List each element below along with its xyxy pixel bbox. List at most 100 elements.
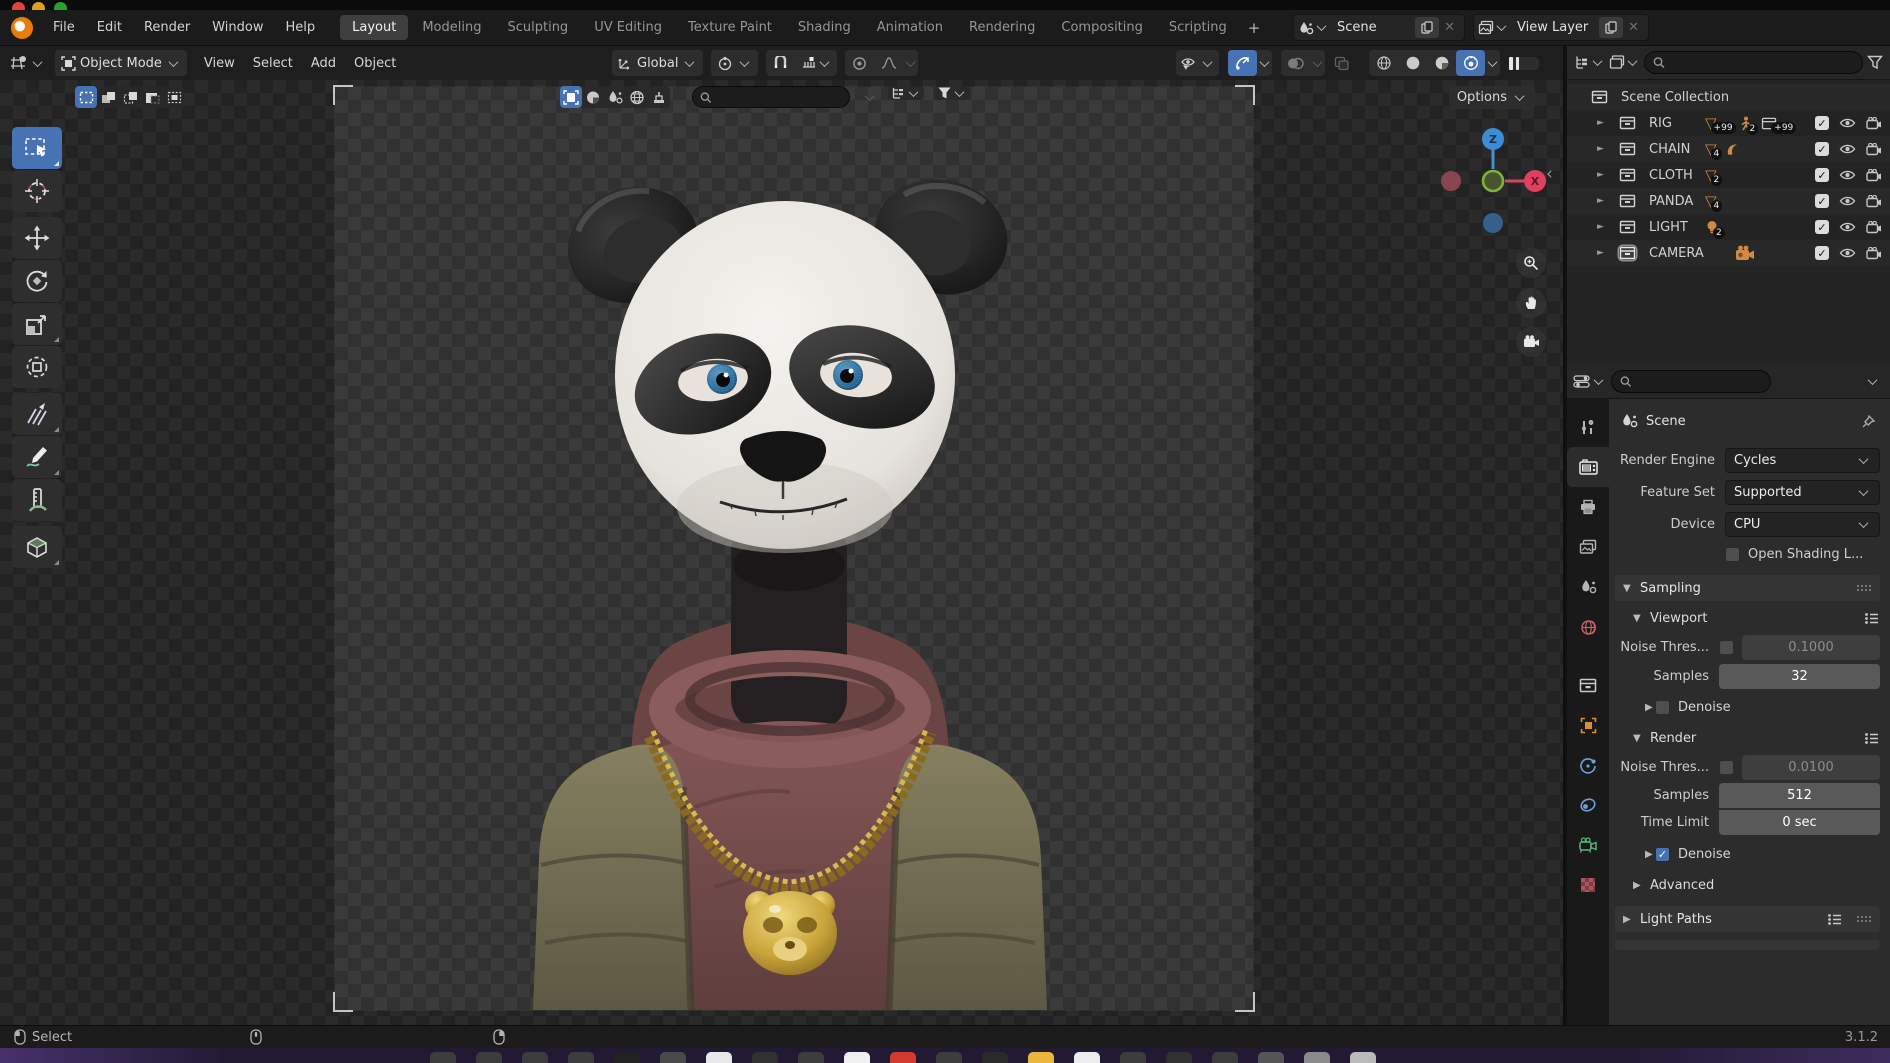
options-dropdown[interactable]: Options bbox=[1448, 86, 1535, 109]
workspace-tab[interactable]: UV Editing bbox=[582, 15, 674, 40]
hide-in-viewport-eye-icon[interactable] bbox=[1839, 169, 1856, 181]
outliner-row-panda[interactable]: ► PANDA ▽ 4 ✓ bbox=[1567, 188, 1890, 214]
taskbar-app-icon[interactable] bbox=[798, 1052, 824, 1063]
viewport-denoise-row[interactable]: ▶ Denoise bbox=[1615, 692, 1880, 722]
viewport-menu-item[interactable]: View bbox=[195, 52, 244, 75]
menu-item[interactable]: Render bbox=[133, 16, 201, 39]
region-collapse-arrow[interactable]: ‹ bbox=[1546, 164, 1553, 184]
presets-list-icon[interactable] bbox=[1864, 612, 1880, 625]
viewport-denoise-checkbox[interactable] bbox=[1655, 699, 1670, 715]
object-visibility-selector[interactable] bbox=[1176, 50, 1219, 76]
taskbar-app-icon[interactable] bbox=[1028, 1052, 1054, 1063]
taskbar-app-icon[interactable] bbox=[706, 1052, 732, 1063]
viewport-samples-value[interactable]: 32 bbox=[1719, 664, 1880, 689]
view-layer-name[interactable]: View Layer bbox=[1509, 20, 1597, 35]
collection-name[interactable]: PANDA bbox=[1649, 194, 1693, 209]
snap-toggle-magnet-icon[interactable] bbox=[766, 50, 795, 76]
filter-scene-icon[interactable] bbox=[604, 86, 626, 108]
tab-output[interactable] bbox=[1567, 487, 1609, 527]
taskbar-app-icon[interactable] bbox=[1350, 1052, 1376, 1063]
show-gizmo-toggle-icon[interactable] bbox=[1228, 50, 1257, 76]
tool-search-input[interactable] bbox=[716, 89, 842, 105]
menu-item[interactable]: Help bbox=[275, 16, 327, 39]
render-samples-value[interactable]: 512 bbox=[1719, 783, 1880, 808]
rendered-shading-icon[interactable] bbox=[1456, 50, 1485, 76]
disable-in-render-camera-icon[interactable] bbox=[1866, 168, 1882, 182]
disable-in-render-camera-icon[interactable] bbox=[1866, 220, 1882, 234]
filter-material-icon[interactable] bbox=[582, 86, 604, 108]
remove-view-layer-icon[interactable]: ✕ bbox=[1623, 20, 1644, 35]
proportional-edit-toggle-icon[interactable] bbox=[845, 50, 874, 76]
scale-tool[interactable] bbox=[12, 303, 62, 345]
hide-in-viewport-eye-icon[interactable] bbox=[1839, 221, 1856, 233]
disable-in-render-camera-icon[interactable] bbox=[1866, 116, 1882, 130]
taskbar-app-icon[interactable] bbox=[568, 1052, 594, 1063]
workspace-tab[interactable]: Rendering bbox=[957, 15, 1047, 40]
outliner-row-light[interactable]: ► LIGHT 2 ✓ bbox=[1567, 214, 1890, 240]
viewport-menu-item[interactable]: Add bbox=[302, 52, 345, 75]
wireframe-shading-icon[interactable] bbox=[1369, 50, 1398, 76]
zoom-button[interactable] bbox=[1516, 248, 1546, 278]
properties-search-input[interactable] bbox=[1636, 374, 1762, 389]
render-engine-select[interactable]: Cycles bbox=[1725, 447, 1880, 473]
taskbar-app-icon[interactable] bbox=[844, 1052, 870, 1063]
menu-item[interactable]: Edit bbox=[86, 16, 133, 39]
xray-toggle-icon[interactable] bbox=[1334, 56, 1360, 71]
workspace-tab[interactable]: Texture Paint bbox=[676, 15, 784, 40]
tab-scene[interactable] bbox=[1567, 567, 1609, 607]
rotate-tool[interactable] bbox=[12, 260, 62, 302]
tab-collection[interactable] bbox=[1567, 665, 1609, 705]
collection-name[interactable]: RIG bbox=[1649, 116, 1672, 131]
transform-tool[interactable] bbox=[12, 346, 62, 388]
transform-orientation-selector[interactable]: Global bbox=[612, 50, 704, 76]
hide-in-viewport-eye-icon[interactable] bbox=[1839, 117, 1856, 129]
cursor-tool[interactable] bbox=[12, 170, 62, 212]
disable-in-render-camera-icon[interactable] bbox=[1866, 246, 1882, 260]
select-mode-subtract-icon[interactable] bbox=[119, 86, 141, 108]
render-subpanel-header[interactable]: ▼ Render bbox=[1615, 725, 1880, 751]
workspace-tab[interactable]: Layout bbox=[340, 15, 409, 40]
tab-physics[interactable] bbox=[1567, 745, 1609, 785]
tab-object-data[interactable] bbox=[1567, 825, 1609, 865]
outliner-display-mode-selector[interactable] bbox=[1574, 55, 1605, 70]
taskbar-app-icon[interactable] bbox=[430, 1052, 456, 1063]
device-select[interactable]: CPU bbox=[1725, 511, 1880, 537]
disable-in-render-camera-icon[interactable] bbox=[1866, 194, 1882, 208]
pan-hand-button[interactable] bbox=[1516, 288, 1546, 318]
osl-checkbox[interactable] bbox=[1725, 546, 1740, 562]
editor-type-button[interactable] bbox=[6, 50, 49, 76]
view-layer-selector[interactable]: View Layer ✕ bbox=[1473, 14, 1649, 41]
viewport-menu-item[interactable]: Object bbox=[345, 52, 405, 75]
pin-icon[interactable] bbox=[1861, 414, 1876, 429]
workspace-tab[interactable]: Animation bbox=[865, 15, 955, 40]
material-preview-shading-icon[interactable] bbox=[1427, 50, 1456, 76]
add-cube-tool[interactable] bbox=[12, 526, 62, 568]
select-mode-set-icon[interactable] bbox=[75, 86, 97, 108]
expand-arrow-icon[interactable]: ► bbox=[1597, 196, 1604, 206]
taskbar-app-icon[interactable] bbox=[1258, 1052, 1284, 1063]
collection-name[interactable]: CHAIN bbox=[1649, 142, 1690, 157]
outliner-row-scene-collection[interactable]: Scene Collection bbox=[1567, 84, 1890, 110]
collection-checkbox[interactable]: ✓ bbox=[1815, 220, 1829, 234]
expand-arrow-icon[interactable]: ► bbox=[1597, 248, 1604, 258]
workspace-tab[interactable]: Shading bbox=[786, 15, 863, 40]
collection-checkbox[interactable]: ✓ bbox=[1815, 194, 1829, 208]
display-settings-button[interactable] bbox=[888, 86, 924, 100]
scene-selector[interactable]: Scene ✕ bbox=[1293, 14, 1465, 41]
collection-checkbox[interactable]: ✓ bbox=[1815, 168, 1829, 182]
workspace-tab[interactable]: Compositing bbox=[1049, 15, 1155, 40]
proportional-falloff-button[interactable] bbox=[874, 50, 903, 76]
tab-tool[interactable] bbox=[1567, 407, 1609, 447]
collection-checkbox[interactable]: ✓ bbox=[1815, 246, 1829, 260]
breadcrumb-label[interactable]: Scene bbox=[1646, 414, 1686, 429]
workspace-tab[interactable]: Modeling bbox=[410, 15, 493, 40]
outliner-filter-mode-selector[interactable] bbox=[1609, 55, 1640, 70]
taskbar-app-icon[interactable] bbox=[1074, 1052, 1100, 1063]
presets-list-icon[interactable] bbox=[1827, 913, 1843, 926]
outliner-search-field[interactable] bbox=[1644, 51, 1863, 74]
properties-editor-type-button[interactable] bbox=[1573, 374, 1606, 389]
viewport-menu-item[interactable]: Select bbox=[244, 52, 302, 75]
tab-view-layer[interactable] bbox=[1567, 527, 1609, 567]
collection-name[interactable]: LIGHT bbox=[1649, 220, 1688, 235]
measure-tool[interactable] bbox=[12, 479, 62, 521]
